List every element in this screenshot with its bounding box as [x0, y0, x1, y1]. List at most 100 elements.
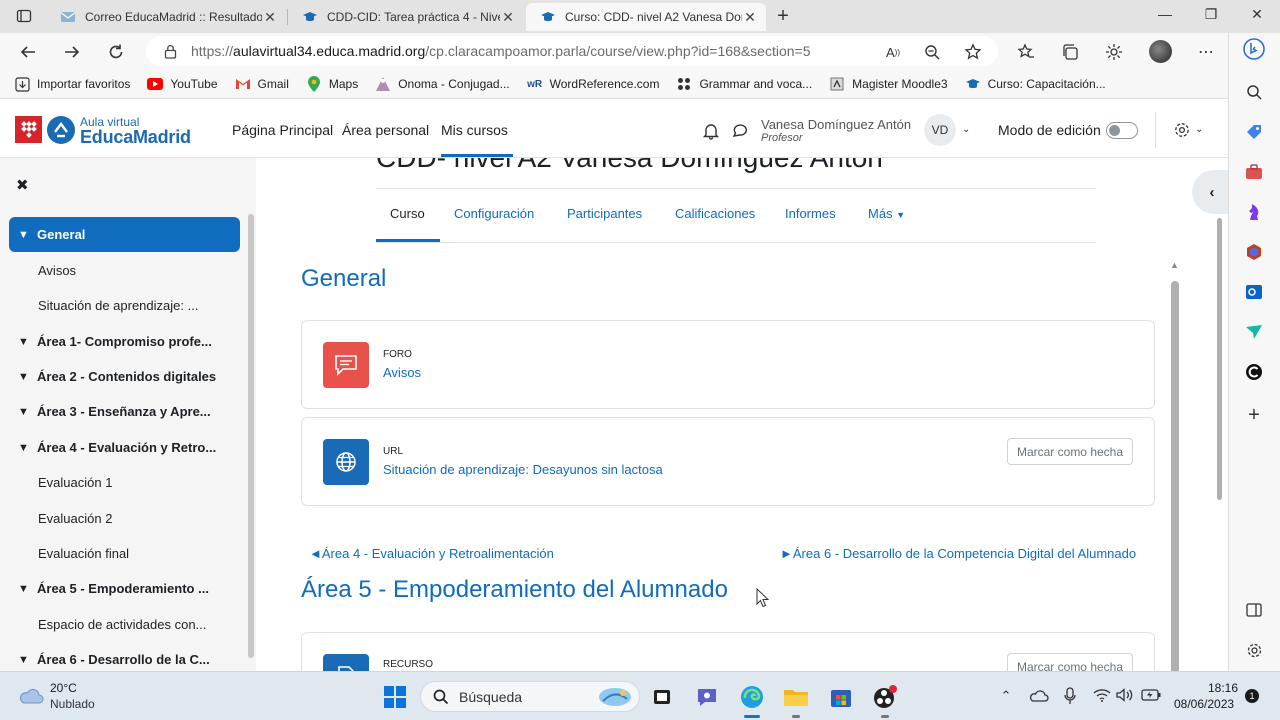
- microphone-icon[interactable]: [1064, 687, 1076, 705]
- drawer-activity-avisos[interactable]: Avisos: [9, 253, 240, 288]
- nav-mis-cursos[interactable]: Mis cursos: [441, 122, 508, 138]
- lock-icon[interactable]: [164, 44, 177, 59]
- drawer-activity-evaluacion2[interactable]: Evaluación 2: [9, 501, 240, 536]
- chevron-down-icon[interactable]: ▼: [9, 229, 37, 241]
- microsoft-store-icon[interactable]: [828, 684, 854, 710]
- drawer-activity-evaluacion-final[interactable]: Evaluación final: [9, 536, 240, 571]
- address-bar[interactable]: https://aulavirtual34.educa.madrid.org/c…: [146, 36, 998, 66]
- clock-time[interactable]: 18:16: [1208, 681, 1238, 695]
- bell-icon[interactable]: [702, 122, 720, 140]
- drawer-section-area4[interactable]: ▼ Área 4 - Evaluación y Retro...: [9, 430, 240, 465]
- new-tab-button[interactable]: +: [772, 5, 794, 28]
- settings-gear-icon[interactable]: [1242, 638, 1266, 662]
- page-scrollbar[interactable]: [1217, 218, 1222, 500]
- cloud-weather-icon[interactable]: [18, 686, 44, 706]
- chevron-up-icon[interactable]: ⌃: [997, 688, 1015, 704]
- add-icon[interactable]: +: [1242, 403, 1266, 427]
- drawer-section-area2[interactable]: ▼ Área 2 - Contenidos digitales: [9, 359, 240, 394]
- edge-browser-icon[interactable]: [739, 684, 765, 710]
- favorites-icon[interactable]: [1016, 42, 1036, 62]
- games-chess-icon[interactable]: [1242, 200, 1266, 224]
- speaker-icon[interactable]: [1116, 688, 1134, 702]
- bookmark-curso-capacitacion[interactable]: Curso: Capacitación...: [965, 76, 1106, 92]
- tools-briefcase-icon[interactable]: [1242, 160, 1266, 184]
- close-icon[interactable]: ✕: [262, 9, 278, 26]
- drawer-activity-situacion[interactable]: Situación de aprendizaje: ...: [9, 288, 240, 323]
- chevron-down-icon[interactable]: ▼: [9, 583, 37, 595]
- open-block-drawer-button[interactable]: ‹: [1192, 170, 1228, 214]
- mark-done-button[interactable]: Marcar como hecha: [1007, 653, 1133, 671]
- extensions-icon[interactable]: [1104, 42, 1124, 62]
- outlook-icon[interactable]: [1242, 280, 1266, 304]
- section-heading-area5[interactable]: Área 5 - Empoderamiento del Alumnado: [301, 576, 728, 604]
- bing-copilot-icon[interactable]: [1242, 37, 1266, 61]
- drawer-activity-evaluacion1[interactable]: Evaluación 1: [9, 465, 240, 500]
- tab-informes[interactable]: Informes: [785, 206, 836, 221]
- bookmark-youtube[interactable]: YouTube: [147, 76, 218, 92]
- zoom-icon[interactable]: [922, 42, 942, 62]
- chevron-down-icon[interactable]: ▼: [9, 406, 37, 418]
- tab-correo[interactable]: Correo EducaMadrid :: Resultado ✕: [46, 3, 286, 31]
- tab-calificaciones[interactable]: Calificaciones: [675, 206, 755, 221]
- drawer-section-area3[interactable]: ▼ Área 3 - Enseñanza y Apre...: [9, 394, 240, 429]
- collections-icon[interactable]: [1060, 42, 1080, 62]
- window-close-button[interactable]: ✕: [1247, 6, 1267, 23]
- teams-chat-icon[interactable]: [694, 684, 720, 710]
- chevron-down-icon[interactable]: ▼: [9, 442, 37, 454]
- scroll-up-arrow-icon[interactable]: ▲: [1170, 260, 1179, 270]
- send-icon[interactable]: [1242, 320, 1266, 344]
- comunidad-madrid-logo[interactable]: [15, 116, 42, 143]
- drawer-section-general[interactable]: ▼ General: [9, 217, 240, 252]
- task-view-icon[interactable]: [649, 684, 675, 710]
- shopping-tag-icon[interactable]: [1242, 120, 1266, 144]
- forum-icon[interactable]: [323, 342, 369, 388]
- chevron-down-icon[interactable]: ▼: [9, 654, 37, 666]
- tab-tarea-practica[interactable]: CDD-CID: Tarea práctica 4 - Nivel ✕: [288, 3, 524, 31]
- chevron-down-icon[interactable]: ▼: [9, 371, 37, 383]
- microsoft365-icon[interactable]: [1242, 240, 1266, 264]
- bookmark-magister[interactable]: Magister Moodle3: [829, 76, 948, 92]
- prev-section-link[interactable]: ◄Área 4 - Evaluación y Retroalimentación: [309, 546, 554, 561]
- more-menu-icon[interactable]: ⋯: [1196, 42, 1216, 62]
- bookmark-gmail[interactable]: Gmail: [235, 76, 289, 92]
- edit-mode-toggle[interactable]: [1106, 122, 1138, 139]
- tab-curso-cdd[interactable]: Curso: CDD- nivel A2 Vanesa Dom ✕: [526, 3, 766, 31]
- close-icon[interactable]: ✕: [500, 9, 516, 26]
- profile-avatar[interactable]: [1149, 40, 1172, 63]
- taskbar-search[interactable]: Búsqueda: [420, 681, 640, 712]
- minimize-button[interactable]: —: [1155, 6, 1175, 22]
- tab-curso[interactable]: Curso: [390, 206, 425, 221]
- obs-recorder-icon[interactable]: [872, 684, 898, 710]
- drawer-section-area5[interactable]: ▼ Área 5 - Empoderamiento ...: [9, 571, 240, 606]
- content-scrollbar[interactable]: [1171, 281, 1179, 671]
- notification-badge[interactable]: 1: [1245, 689, 1259, 703]
- mark-done-button[interactable]: Marcar como hecha: [1007, 438, 1133, 465]
- maximize-button[interactable]: ❐: [1201, 6, 1221, 23]
- start-windows-icon[interactable]: [384, 686, 406, 708]
- back-button[interactable]: [17, 41, 39, 63]
- clock-date[interactable]: 08/06/2023: [1174, 697, 1234, 711]
- drawer-section-area1[interactable]: ▼ Área 1- Compromiso profe...: [9, 324, 240, 359]
- bookmark-onoma[interactable]: Onoma - Conjugad...: [375, 76, 510, 92]
- bookmark-maps[interactable]: Maps: [306, 76, 358, 92]
- close-icon[interactable]: ✕: [742, 9, 758, 26]
- nav-area-personal[interactable]: Área personal: [342, 122, 429, 138]
- reload-button[interactable]: [105, 41, 127, 63]
- forward-button[interactable]: [61, 41, 83, 63]
- tab-configuracion[interactable]: Configuración: [454, 206, 534, 221]
- nav-pagina-principal[interactable]: Página Principal: [232, 122, 333, 138]
- tab-actions-icon[interactable]: [16, 8, 32, 24]
- chevron-down-icon[interactable]: ⌄: [962, 124, 970, 135]
- file-explorer-icon[interactable]: [783, 684, 809, 710]
- file-icon[interactable]: [323, 654, 369, 671]
- read-aloud-icon[interactable]: A)): [883, 42, 903, 62]
- tab-mas[interactable]: Más ▼: [868, 206, 905, 221]
- onedrive-cloud-icon[interactable]: [1029, 689, 1049, 703]
- favorite-star-icon[interactable]: [963, 42, 983, 62]
- drawer-activity-espacio[interactable]: Espacio de actividades con...: [9, 607, 240, 642]
- chevron-down-icon[interactable]: ▼: [9, 336, 37, 348]
- activity-link-situacion[interactable]: Situación de aprendizaje: Desayunos sin …: [383, 462, 663, 477]
- bookmark-wordreference[interactable]: wR WordReference.com: [527, 76, 659, 92]
- wifi-icon[interactable]: [1093, 688, 1111, 702]
- bookmark-grammar[interactable]: Grammar and voca...: [676, 76, 812, 92]
